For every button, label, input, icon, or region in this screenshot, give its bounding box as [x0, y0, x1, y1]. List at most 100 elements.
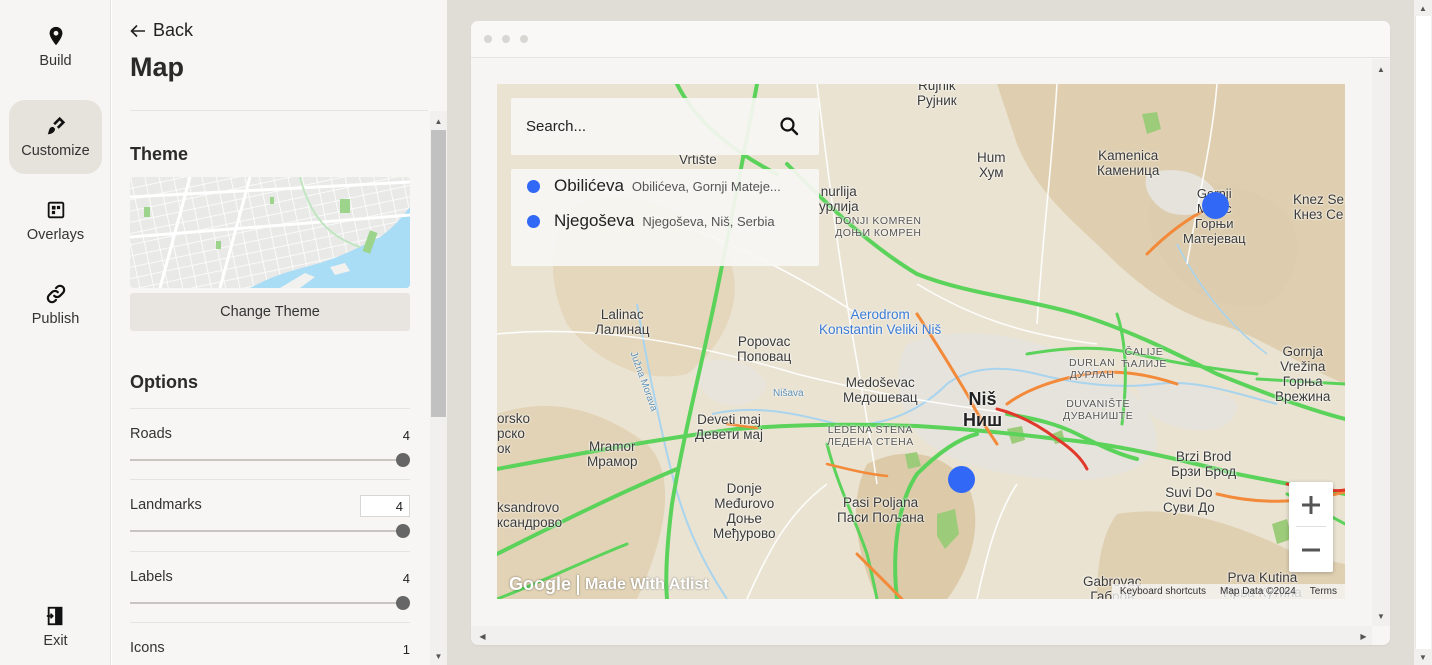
map-label-airport: Aerodrom Konstantin Veliki Niš — [819, 307, 942, 337]
change-theme-button[interactable]: Change Theme — [130, 293, 410, 331]
map-label: Hum Хум — [977, 150, 1006, 180]
settings-panel: Back Map Theme Change Theme Options Road… — [112, 0, 447, 665]
scrollbar-thumb[interactable] — [1415, 16, 1431, 649]
page-title: Map — [130, 52, 184, 82]
option-landmarks: Landmarks 4 — [130, 479, 410, 551]
scroll-down-icon[interactable]: ▼ — [1414, 650, 1432, 664]
labels-slider[interactable] — [130, 596, 410, 610]
arrow-left-icon — [130, 24, 145, 37]
option-labels: Labels 4 — [130, 551, 410, 623]
slider-handle[interactable] — [396, 596, 410, 610]
preview-area: Rujnik Рујник Vrtište Hum Хум Kamenica К… — [447, 0, 1414, 665]
option-label: Icons — [130, 640, 165, 656]
scroll-down-icon[interactable]: ▼ — [430, 649, 447, 663]
theme-preview[interactable] — [130, 177, 410, 288]
nav-exit[interactable]: Exit — [9, 590, 102, 664]
divider — [577, 574, 579, 595]
option-label: Roads — [130, 426, 172, 442]
landmarks-slider[interactable] — [130, 524, 410, 538]
window-dot — [520, 35, 528, 43]
link-icon — [46, 284, 65, 304]
result-name: Njegoševa — [554, 211, 635, 230]
map-search-input[interactable] — [526, 118, 766, 135]
result-address: Njegoševa, Niš, Serbia — [642, 213, 775, 229]
nav-exit-label: Exit — [43, 633, 68, 649]
map-attribution: Keyboard shortcuts Map Data ©2024 Terms — [1111, 584, 1345, 599]
scrollbar-thumb[interactable] — [431, 130, 446, 417]
map-label-river: Nišava — [773, 388, 804, 399]
scroll-down-icon[interactable]: ▼ — [1372, 609, 1390, 623]
window-content: Rujnik Рујник Vrtište Hum Хум Kamenica К… — [471, 59, 1372, 626]
zoom-in-button[interactable] — [1289, 482, 1333, 527]
map-pin-icon — [49, 26, 62, 46]
google-logo: Google — [509, 574, 571, 594]
scroll-left-icon[interactable]: ◀ — [474, 629, 491, 643]
panel-scroll-area: Theme Change Theme Options Roads 4 Landm… — [112, 111, 430, 665]
map-label: DURLAN ДУРЛАН — [1069, 357, 1116, 381]
scroll-up-icon[interactable]: ▲ — [1372, 62, 1390, 76]
map-label: Lalinac Лалинац — [595, 307, 650, 337]
window-dot — [484, 35, 492, 43]
search-icon[interactable] — [779, 116, 799, 136]
nav-overlays-label: Overlays — [26, 227, 85, 243]
map-label-city: Niš Ниш — [963, 389, 1003, 430]
search-result-item[interactable]: Obilićeva Obilićeva, Gornji Mateje... — [511, 169, 819, 203]
result-name: Obilićeva — [554, 176, 624, 195]
map-label: ČALIJE ЋАЛИЈЕ — [1121, 346, 1167, 370]
back-button[interactable]: Back — [130, 20, 193, 41]
map-label: Rujnik Рујник — [917, 84, 957, 108]
minus-icon — [1302, 548, 1320, 551]
slider-handle[interactable] — [396, 453, 410, 467]
map-label: orsko рско ок — [497, 411, 531, 456]
nav-build-label: Build — [39, 53, 72, 69]
map-label: ksandrovo ксандрово — [497, 500, 563, 530]
result-address: Obilićeva, Gornji Mateje... — [631, 178, 781, 194]
window-dot — [502, 35, 510, 43]
map-label: Deveti maj Девети мај — [695, 412, 763, 442]
map-label: Pasi Poljana Паси Пољана — [837, 495, 925, 525]
option-value: 4 — [402, 571, 410, 586]
atlist-credit[interactable]: Made With Atlist — [585, 576, 709, 594]
zoom-out-button[interactable] — [1289, 527, 1333, 572]
brush-icon — [47, 116, 65, 135]
scroll-up-icon[interactable]: ▲ — [1414, 1, 1432, 15]
result-dot — [527, 214, 540, 228]
nav-publish[interactable]: Publish — [9, 268, 102, 342]
map-marker[interactable] — [1201, 191, 1229, 219]
zoom-controls — [1289, 482, 1333, 572]
nav-overlays[interactable]: Overlays — [9, 184, 102, 258]
window-vertical-scrollbar[interactable]: ▲ ▼ — [1372, 59, 1390, 626]
plus-icon — [1302, 495, 1320, 514]
map-marker[interactable] — [947, 465, 975, 493]
map-label: DONJI KOMREN ДОЊИ КОМРЕН — [835, 215, 922, 239]
map-label: Gornja Vrežina Горња Врежина — [1275, 344, 1331, 404]
keyboard-shortcuts-link[interactable]: Keyboard shortcuts — [1120, 586, 1206, 597]
search-result-item[interactable]: Njegoševa Njegoševa, Niš, Serbia — [511, 204, 819, 238]
panel-scrollbar[interactable]: ▲ ▼ — [430, 111, 447, 665]
back-label: Back — [153, 20, 194, 40]
nav-customize-label: Customize — [21, 143, 90, 159]
page-scrollbar[interactable]: ▲ ▼ — [1414, 0, 1432, 665]
map-label: Donje Međurovo Доње Међурово — [713, 481, 776, 541]
scroll-right-icon[interactable]: ▶ — [1355, 629, 1372, 643]
slider-handle[interactable] — [396, 524, 410, 538]
map-label: LEDENA STENA ЛЕДЕНА СТЕНА — [827, 424, 914, 448]
terms-link[interactable]: Terms — [1310, 586, 1337, 597]
window-horizontal-scrollbar[interactable]: ◀ ▶ — [471, 626, 1372, 645]
map-label: Medoševac Медошевац — [843, 375, 918, 405]
option-value-input[interactable]: 4 — [360, 495, 410, 517]
app-root: Build Customize Overlays Publish Exit Ba… — [0, 0, 1432, 665]
option-label: Landmarks — [130, 497, 202, 513]
map-search-box — [511, 98, 819, 155]
option-value: 1 — [402, 642, 410, 657]
option-label: Labels — [130, 569, 173, 585]
map-label: Brzi Brod Брзи Брод — [1171, 449, 1237, 479]
browser-window: Rujnik Рујник Vrtište Hum Хум Kamenica К… — [471, 21, 1390, 645]
map-view[interactable]: Rujnik Рујник Vrtište Hum Хум Kamenica К… — [497, 84, 1345, 599]
map-label: Knez Se Кнез Се — [1293, 192, 1345, 222]
map-data-text: Map Data ©2024 — [1220, 586, 1296, 597]
scroll-up-icon[interactable]: ▲ — [430, 114, 447, 128]
roads-slider[interactable] — [130, 453, 410, 467]
nav-customize[interactable]: Customize — [9, 100, 102, 174]
nav-build[interactable]: Build — [9, 10, 102, 84]
